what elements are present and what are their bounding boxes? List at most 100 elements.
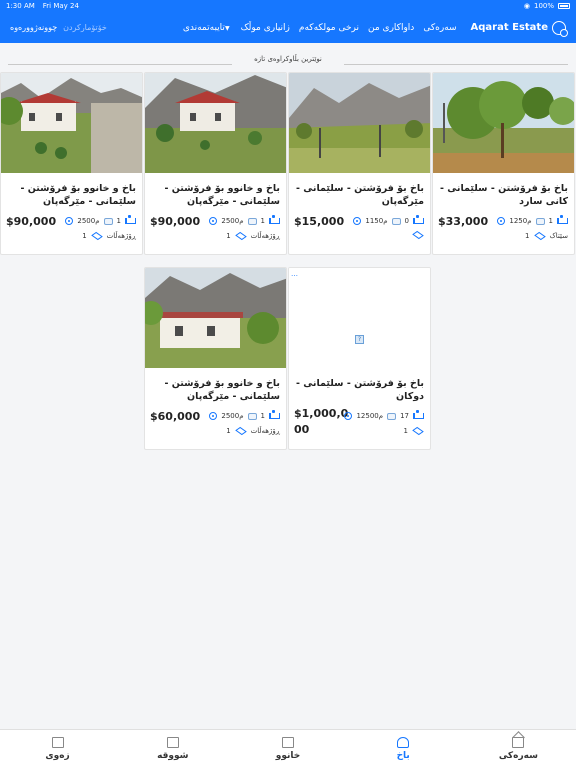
listing-beds: 1 xyxy=(260,217,265,225)
listing-specs: 1 2500م xyxy=(209,410,280,420)
listing-area: 1150م xyxy=(365,217,388,225)
bed-icon xyxy=(413,410,424,419)
listing-image[interactable]: …? xyxy=(289,268,430,368)
area-icon xyxy=(535,217,545,225)
listing-image[interactable] xyxy=(433,73,574,173)
broken-image-icon: ? xyxy=(355,335,364,344)
listing-beds: 1 xyxy=(260,412,265,420)
compass-icon xyxy=(65,217,74,225)
listing-image[interactable] xyxy=(1,73,142,173)
listing-specs: 17 12500م xyxy=(344,410,424,420)
listing-title[interactable]: باخ بۆ فرۆشتن - سلێمانی - کانی سارد xyxy=(439,182,568,208)
tree-icon xyxy=(397,737,410,748)
compass-icon xyxy=(209,412,218,420)
layers-icon xyxy=(90,231,103,241)
area-icon xyxy=(387,412,397,420)
listing-area: 1250م xyxy=(509,217,532,225)
tab-house[interactable]: خانوو xyxy=(230,730,345,768)
area-icon xyxy=(247,412,257,420)
chevron-down-icon: ▼ xyxy=(224,24,230,32)
bed-icon xyxy=(269,215,280,224)
tab-land-label: زەوی xyxy=(45,751,70,761)
listing-title[interactable]: باخ بۆ فرۆشتن - سلێمانی - دوکان xyxy=(295,377,424,403)
home-icon xyxy=(512,737,525,748)
section-title: نوێترین بڵاوکراوەی تازە xyxy=(254,55,322,63)
nav-links: سەرەکی داواکاری من نرخی مولکەکەم زانیاری… xyxy=(183,23,457,33)
listing-title[interactable]: باخ و خانوو بۆ فرۆشتن - سلێمانی - مێرگەپ… xyxy=(7,182,136,208)
listing-beds: 1 xyxy=(116,217,121,225)
nav-link-home[interactable]: سەرەکی xyxy=(423,23,456,33)
register-link[interactable]: خۆتۆمارکردن xyxy=(63,23,107,32)
listing-specs-secondary xyxy=(412,230,424,240)
compass-icon xyxy=(209,217,218,225)
compass-icon xyxy=(497,217,506,225)
listing-card[interactable]: باخ بۆ فرۆشتن - سلێمانی - کانی سارد $33,0… xyxy=(432,72,575,255)
section-divider-right xyxy=(344,64,568,65)
listing-title[interactable]: باخ و خانوو بۆ فرۆشتن - سلێمانی - مێرگەپ… xyxy=(151,182,280,208)
status-time: 1:30 AM xyxy=(6,2,35,10)
listing-specs-secondary: سێتاک 1 xyxy=(525,231,569,241)
top-navbar: Aqarat Estate سەرەکی داواکاری من نرخی مو… xyxy=(0,12,576,43)
status-bar: 1:30 AM Fri May 24 ◉ 100% xyxy=(0,0,576,12)
listing-floors: 1 xyxy=(403,427,408,435)
tab-home-label: سەرەکی xyxy=(498,751,538,761)
area-icon xyxy=(391,217,401,225)
nav-link-property-info[interactable]: زانیاری موڵک xyxy=(241,23,290,33)
listing-card[interactable]: …? باخ بۆ فرۆشتن - سلێمانی - دوکان $1,000,… xyxy=(288,267,431,450)
bed-icon xyxy=(413,215,424,224)
nav-link-features[interactable]: تایبەتمەندی▼ xyxy=(183,23,232,33)
listing-floors: 1 xyxy=(226,427,231,435)
listing-card[interactable]: باخ و خانوو بۆ فرۆشتن - سلێمانی - مێرگەپ… xyxy=(144,72,287,255)
listing-floors: 1 xyxy=(226,232,231,240)
listing-specs: 1 2500م xyxy=(209,215,280,225)
wifi-icon: ◉ xyxy=(523,2,530,10)
more-icon: … xyxy=(291,270,298,278)
listing-card[interactable]: باخ و خانوو بۆ فرۆشتن - سلێمانی - مێرگەپ… xyxy=(144,267,287,450)
listing-card[interactable]: باخ و خانوو بۆ فرۆشتن - سلێمانی - مێرگەپ… xyxy=(0,72,143,255)
layers-icon xyxy=(412,230,424,240)
listing-beds: 0 xyxy=(404,217,409,225)
listing-area: 2500م xyxy=(77,217,100,225)
listing-title[interactable]: باخ و خانوو بۆ فرۆشتن - سلێمانی - مێرگەپ… xyxy=(151,377,280,403)
listing-floors: 1 xyxy=(82,232,87,240)
nav-link-property-price[interactable]: نرخی مولکەکەم xyxy=(299,23,359,33)
broken-image: …? xyxy=(289,268,430,368)
login-link[interactable]: چوونەژوورەوە xyxy=(10,23,57,32)
building-icon xyxy=(166,737,179,748)
tab-land[interactable]: زەوی xyxy=(0,730,115,768)
tab-house-label: خانوو xyxy=(275,751,301,761)
bed-icon xyxy=(125,215,136,224)
tab-garden[interactable]: باخ xyxy=(346,730,461,768)
tab-apartment[interactable]: شووقە xyxy=(115,730,230,768)
layers-icon xyxy=(234,231,247,241)
tab-home[interactable]: سەرەکی xyxy=(461,730,576,768)
nav-link-my-requests[interactable]: داواکاری من xyxy=(368,23,414,33)
layers-icon xyxy=(533,231,546,241)
listing-image[interactable] xyxy=(145,268,286,368)
listing-specs-secondary: ڕۆژهەڵات 1 xyxy=(82,231,136,241)
compass-icon xyxy=(353,217,362,225)
listing-title[interactable]: باخ بۆ فرۆشتن - سلێمانی - مێرگەپان xyxy=(295,182,424,208)
listing-direction: سێتاک xyxy=(549,232,569,240)
listing-specs-secondary: 1 xyxy=(403,426,424,436)
battery-level: 100% xyxy=(533,2,554,10)
brand-name: Aqarat Estate xyxy=(470,22,548,33)
listing-image[interactable] xyxy=(145,73,286,173)
listing-specs-secondary: ڕۆژهەڵات 1 xyxy=(226,231,280,241)
battery-icon xyxy=(558,3,570,9)
nav-link-features-label: تایبەتمەندی xyxy=(182,22,225,33)
listing-price: $60,000 xyxy=(150,410,201,423)
listing-beds: 1 xyxy=(548,217,553,225)
listing-direction: ڕۆژهەڵات xyxy=(250,232,280,240)
house-icon xyxy=(281,737,294,748)
layers-icon xyxy=(412,426,424,436)
listing-price: $90,000 xyxy=(6,215,57,228)
land-icon xyxy=(51,737,64,748)
listing-card[interactable]: باخ بۆ فرۆشتن - سلێمانی - مێرگەپان $15,00… xyxy=(288,72,431,255)
compass-icon xyxy=(344,412,353,420)
listing-price: $15,000 xyxy=(294,215,345,228)
auth-links: چوونەژوورەوە خۆتۆمارکردن xyxy=(10,23,107,32)
listing-image[interactable] xyxy=(289,73,430,173)
listing-price: $90,000 xyxy=(150,215,201,228)
brand[interactable]: Aqarat Estate xyxy=(470,20,568,37)
